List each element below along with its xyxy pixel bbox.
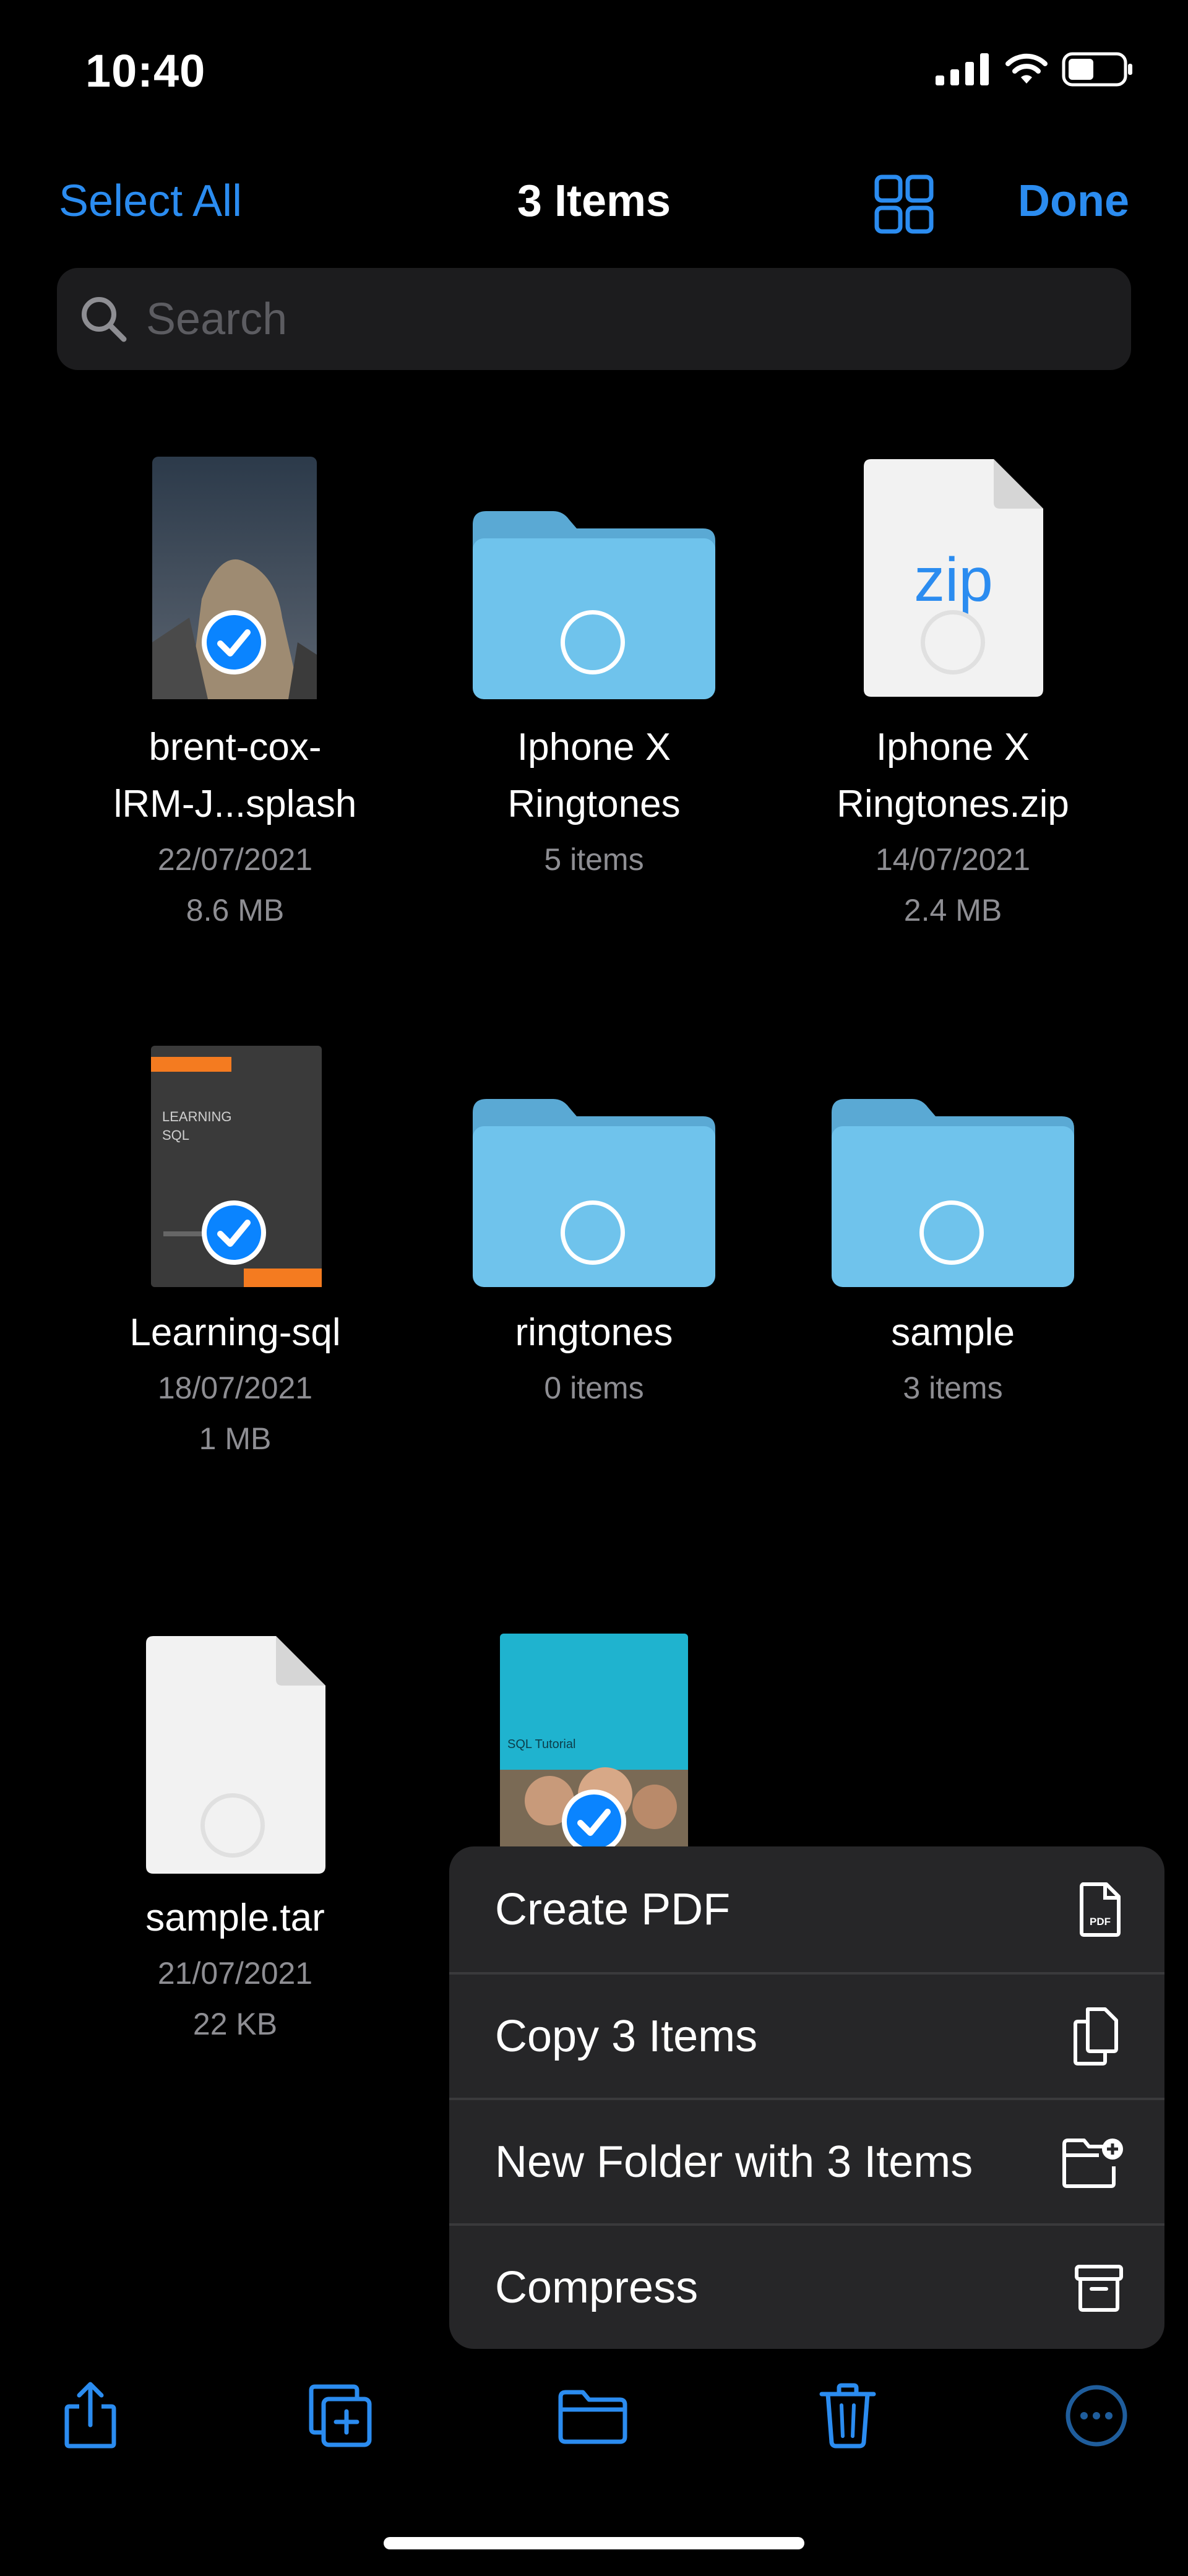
trash-icon: [819, 2383, 876, 2449]
folder-name: ringtones: [515, 1311, 673, 1354]
folder-item: ringtones 0 items: [408, 1304, 780, 1415]
menu-item-label: Create PDF: [495, 1884, 731, 1934]
more-button[interactable]: [1059, 2379, 1134, 2453]
new-folder-icon: [1062, 2138, 1123, 2188]
home-indicator[interactable]: [384, 2537, 804, 2549]
file-name: Ringtones.zip: [837, 783, 1069, 825]
selection-checkmark[interactable]: [562, 1790, 626, 1854]
status-time: 10:40: [85, 45, 206, 97]
menu-item-compress[interactable]: Compress: [449, 2223, 1164, 2349]
checkmark-icon: [217, 1220, 251, 1247]
menu-item-new-folder[interactable]: New Folder with 3 Items: [449, 2098, 1164, 2223]
file-name: Iphone X: [876, 726, 1030, 769]
file-size: 1 MB: [199, 1421, 272, 1456]
signal-icon: [936, 53, 989, 85]
file-size: 2.4 MB: [903, 893, 1002, 928]
menu-item-label: Compress: [495, 2262, 699, 2312]
checkmark-icon: [577, 1809, 611, 1836]
folder-icon: [558, 2390, 627, 2444]
selection-circle[interactable]: [919, 1200, 984, 1265]
context-menu: Create PDF PDF Copy 3 Items New Folder w…: [449, 1846, 1164, 2349]
file-name: Learning-sql: [129, 1311, 341, 1354]
zip-badge: zip: [914, 545, 993, 614]
selection-circle[interactable]: [561, 1200, 625, 1265]
status-icons: [936, 52, 1134, 87]
file-date: 21/07/2021: [157, 1956, 313, 1991]
selection-circle[interactable]: [921, 610, 985, 674]
archive-icon: [1075, 2264, 1123, 2312]
ellipsis-icon: [1065, 2385, 1127, 2447]
search-input[interactable]: [145, 293, 1075, 345]
menu-item-create-pdf[interactable]: Create PDF PDF: [449, 1846, 1164, 1972]
file-name: sample.tar: [145, 1897, 325, 1939]
delete-button[interactable]: [811, 2379, 885, 2453]
menu-item-label: Copy 3 Items: [495, 2011, 758, 2061]
book-cover-title: LEARNING SQL: [162, 1109, 232, 1143]
file-item: Iphone X Ringtones.zip 14/07/2021 2.4 MB: [767, 719, 1138, 937]
file-size: 8.6 MB: [186, 893, 285, 928]
grid-view-button[interactable]: [874, 174, 934, 234]
file-date: 22/07/2021: [157, 842, 313, 877]
folder-name: sample: [891, 1311, 1015, 1354]
selection-checkmark[interactable]: [202, 610, 266, 674]
done-button[interactable]: Done: [1018, 176, 1129, 226]
file-size: 22 KB: [192, 2007, 278, 2041]
duplicate-button[interactable]: [303, 2379, 377, 2453]
selection-circle[interactable]: [200, 1793, 265, 1858]
cover-title: SQL Tutorial: [507, 1738, 576, 1751]
file-date: 14/07/2021: [875, 842, 1031, 877]
folder-count: 0 items: [544, 1371, 644, 1405]
pdf-icon-label: PDF: [1090, 1916, 1111, 1928]
file-item: sample.tar 21/07/2021 22 KB: [50, 1890, 421, 2051]
selection-checkmark[interactable]: [202, 1200, 266, 1265]
folder-item: sample 3 items: [767, 1304, 1138, 1415]
menu-item-label: New Folder with 3 Items: [495, 2137, 973, 2187]
file-date: 18/07/2021: [157, 1371, 313, 1405]
file-name: brent-cox-: [148, 726, 322, 769]
search-bar[interactable]: [57, 268, 1131, 370]
search-icon: [82, 296, 127, 342]
grid-view-icon: [874, 174, 934, 234]
folder-name: Iphone X: [517, 726, 671, 769]
pdf-icon: PDF: [1080, 1882, 1121, 1937]
file-name: lRM-J...splash: [113, 783, 357, 825]
folder-name: Ringtones: [507, 783, 681, 825]
file-item: Learning-sql 18/07/2021 1 MB: [50, 1304, 421, 1465]
selection-circle[interactable]: [561, 610, 625, 674]
share-button[interactable]: [53, 2379, 127, 2453]
checkmark-icon: [217, 629, 251, 657]
menu-item-copy-items[interactable]: Copy 3 Items: [449, 1972, 1164, 2098]
folder-item: Iphone X Ringtones 5 items: [408, 719, 780, 886]
file-item: brent-cox- lRM-J...splash 22/07/2021 8.6…: [50, 719, 421, 937]
folder-count: 3 items: [903, 1371, 1003, 1405]
share-icon: [64, 2382, 116, 2449]
battery-icon: [1062, 52, 1132, 87]
folder-count: 5 items: [544, 842, 644, 877]
select-all-button[interactable]: Select All: [59, 176, 242, 226]
duplicate-icon: [309, 2384, 372, 2447]
move-button[interactable]: [556, 2379, 630, 2453]
wifi-icon: [1005, 53, 1048, 84]
copy-icon: [1074, 2007, 1118, 2066]
